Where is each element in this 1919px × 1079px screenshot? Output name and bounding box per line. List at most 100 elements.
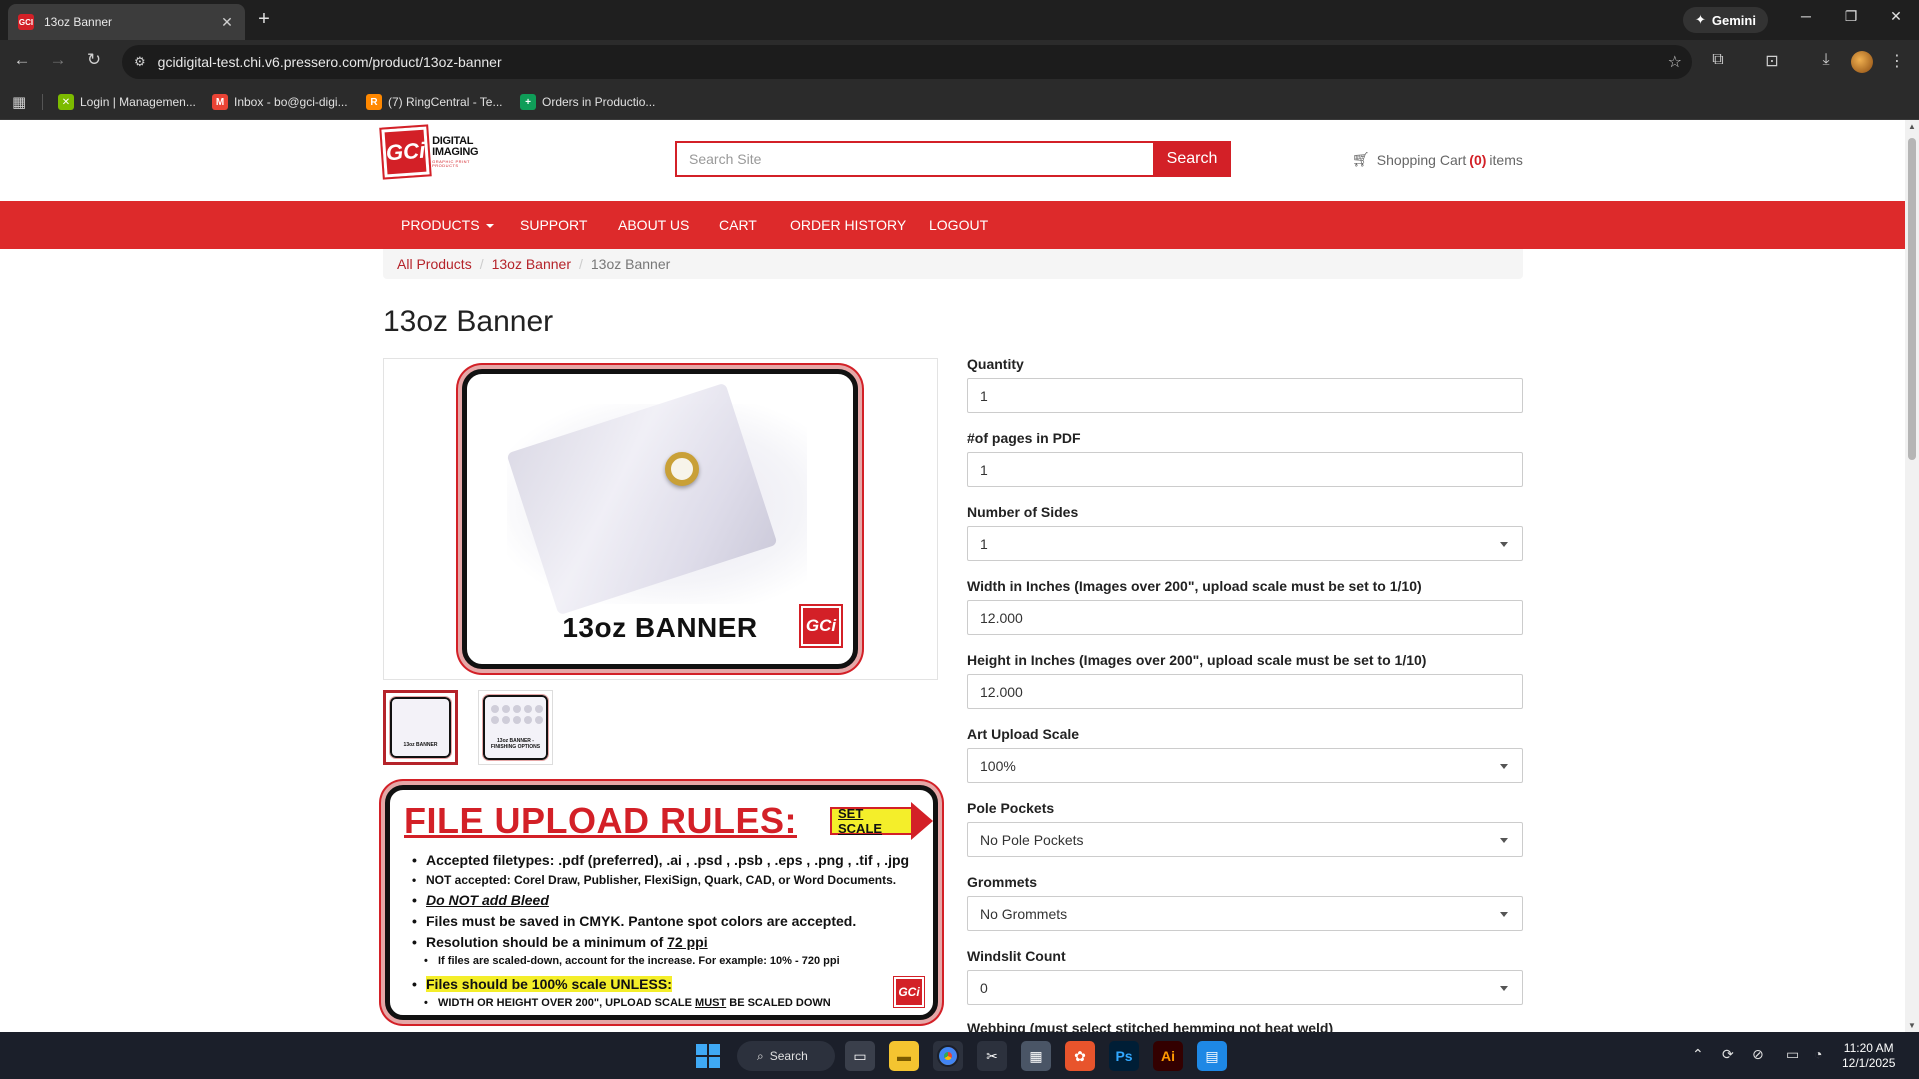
url-text[interactable]: gcidigital-test.chi.v6.pressero.com/prod… bbox=[158, 54, 502, 70]
network-off-icon[interactable]: ⊘ bbox=[1752, 1046, 1764, 1063]
height-input[interactable]: 12.000 bbox=[967, 674, 1523, 709]
notepad-icon[interactable]: ▤ bbox=[1197, 1041, 1227, 1071]
logo-mark: GCi bbox=[379, 124, 432, 180]
chrome-icon[interactable] bbox=[933, 1041, 963, 1071]
cart-label: Shopping Cart bbox=[1376, 151, 1467, 168]
apps-grid-icon[interactable]: ▦ bbox=[12, 93, 26, 111]
bookmark-item[interactable]: M Inbox - bo@gci-digi... bbox=[212, 92, 348, 112]
set-scale-arrow: SET SCALE bbox=[830, 802, 933, 840]
nav-order-history[interactable]: ORDER HISTORY bbox=[790, 201, 906, 249]
window-close-icon[interactable]: ✕ bbox=[1884, 8, 1908, 25]
browser-tab-strip: GCI 13oz Banner ✕ + ✦ Gemini ─ ❐ ✕ bbox=[0, 0, 1919, 40]
nav-products[interactable]: PRODUCTS bbox=[401, 201, 494, 249]
task-view-icon[interactable]: ▭ bbox=[845, 1041, 875, 1071]
search-icon: ⌕ bbox=[757, 1048, 764, 1063]
tab-search-icon[interactable]: ⊡ bbox=[1761, 51, 1783, 71]
breadcrumb-all-products[interactable]: All Products bbox=[397, 256, 472, 272]
nav-about-us[interactable]: ABOUT US bbox=[618, 201, 689, 249]
rule-not-accepted: NOT accepted: Corel Draw, Publisher, Fle… bbox=[412, 873, 922, 892]
rule-cmyk: Files must be saved in CMYK. Pantone spo… bbox=[412, 913, 922, 934]
pole-pockets-field-group: Pole Pockets No Pole Pockets bbox=[967, 800, 1523, 874]
calculator-icon[interactable]: ▦ bbox=[1021, 1041, 1051, 1071]
profile-avatar[interactable] bbox=[1851, 51, 1873, 73]
site-logo[interactable]: GCi DIGITAL IMAGING GRAPHIC PRINT PRODUC… bbox=[379, 124, 493, 180]
reload-icon[interactable]: ↻ bbox=[82, 50, 106, 70]
rule-resolution-text: Resolution should be a minimum of bbox=[426, 934, 668, 950]
product-image-label: 13oz BANNER bbox=[562, 612, 758, 643]
rule-scale-text: Files should be 100% scale UNLESS: bbox=[426, 976, 672, 992]
bookmark-item[interactable]: R (7) RingCentral - Te... bbox=[366, 92, 503, 112]
pole-pockets-select[interactable]: No Pole Pockets bbox=[967, 822, 1523, 857]
sides-select[interactable]: 1 bbox=[967, 526, 1523, 561]
webbing-label: Webbing (must select stitched hemming no… bbox=[967, 1020, 1334, 1032]
back-arrow-icon[interactable]: ← bbox=[10, 50, 34, 70]
scale-select[interactable]: 100% bbox=[967, 748, 1523, 783]
nav-cart[interactable]: CART bbox=[719, 201, 757, 249]
grommets-select[interactable]: No Grommets bbox=[967, 896, 1523, 931]
tab-title: 13oz Banner bbox=[44, 15, 113, 29]
chevron-up-icon[interactable]: ⌃ bbox=[1692, 1046, 1704, 1063]
windslit-field-group: Windslit Count 0 bbox=[967, 948, 1523, 1022]
sheets-icon: + bbox=[520, 94, 536, 110]
search-button[interactable]: Search bbox=[1153, 141, 1231, 177]
restore-icon[interactable]: ❐ bbox=[1839, 8, 1863, 25]
illustrator-icon[interactable]: Ai bbox=[1153, 1041, 1183, 1071]
volume-icon[interactable]: ◔ bbox=[1814, 1046, 1822, 1062]
scale-field-group: Art Upload Scale 100% bbox=[967, 726, 1523, 800]
ringcentral-icon: R bbox=[366, 94, 382, 110]
caret-down-icon bbox=[1500, 764, 1508, 769]
bookmark-item[interactable]: + Orders in Productio... bbox=[520, 92, 655, 112]
product-thumbnail-1[interactable]: 13oz BANNER bbox=[383, 690, 458, 765]
new-tab-icon[interactable]: + bbox=[253, 8, 275, 31]
product-main-image[interactable]: 13oz BANNER GCi bbox=[383, 358, 938, 680]
site-info-icon[interactable]: ⚙ bbox=[134, 54, 146, 70]
grommets-value: No Grommets bbox=[980, 905, 1068, 922]
scroll-down-icon[interactable]: ▼ bbox=[1908, 1021, 1916, 1030]
sync-icon[interactable]: ⟳ bbox=[1722, 1046, 1734, 1063]
windslit-select[interactable]: 0 bbox=[967, 970, 1523, 1005]
close-tab-icon[interactable]: ✕ bbox=[219, 14, 235, 31]
browser-tab-active[interactable]: GCI 13oz Banner ✕ bbox=[8, 4, 245, 40]
nav-support[interactable]: SUPPORT bbox=[520, 201, 587, 249]
sparkle-icon: ✦ bbox=[1695, 12, 1706, 27]
taskbar-search[interactable]: ⌕ Search bbox=[737, 1041, 835, 1071]
rules-list: Accepted filetypes: .pdf (preferred), .a… bbox=[412, 852, 922, 1018]
extensions-icon[interactable]: ⧉ bbox=[1707, 51, 1729, 69]
forward-arrow-icon[interactable]: → bbox=[46, 50, 70, 70]
thumbnail-image: 13oz BANNER - FINISHING OPTIONS bbox=[482, 694, 549, 761]
file-explorer-icon[interactable]: ▬ bbox=[889, 1041, 919, 1071]
gmail-icon: M bbox=[212, 94, 228, 110]
paint-icon[interactable]: ✿ bbox=[1065, 1041, 1095, 1071]
photoshop-icon[interactable]: Ps bbox=[1109, 1041, 1139, 1071]
banner-photo-card: 13oz BANNER GCi bbox=[462, 369, 858, 669]
scroll-up-icon[interactable]: ▲ bbox=[1908, 122, 1916, 131]
address-bar[interactable]: ⚙ gcidigital-test.chi.v6.pressero.com/pr… bbox=[122, 45, 1692, 79]
windslit-label: Windslit Count bbox=[967, 948, 1066, 964]
bookmark-star-icon[interactable]: ☆ bbox=[1668, 52, 1682, 72]
width-input[interactable]: 12.000 bbox=[967, 600, 1523, 635]
grommets-field-group: Grommets No Grommets bbox=[967, 874, 1523, 948]
quantity-input[interactable]: 1 bbox=[967, 378, 1523, 413]
gemini-button[interactable]: ✦ Gemini bbox=[1683, 7, 1768, 33]
kebab-menu-icon[interactable]: ⋮ bbox=[1886, 51, 1908, 71]
nav-logout[interactable]: LOGOUT bbox=[929, 201, 988, 249]
thumbnail-caption: 13oz BANNER - FINISHING OPTIONS bbox=[490, 738, 541, 750]
scroll-thumb[interactable] bbox=[1908, 138, 1916, 460]
breadcrumb-category[interactable]: 13oz Banner bbox=[492, 256, 571, 272]
product-thumbnail-2[interactable]: 13oz BANNER - FINISHING OPTIONS bbox=[478, 690, 553, 765]
system-clock[interactable]: 11:20 AM 12/1/2025 bbox=[1842, 1041, 1895, 1071]
set-scale-label: SET SCALE bbox=[830, 806, 911, 836]
bookmark-item[interactable]: ✕ Login | Managemen... bbox=[58, 92, 196, 112]
display-icon[interactable]: ▭ bbox=[1786, 1046, 1799, 1063]
scale-value: 100% bbox=[980, 757, 1016, 774]
minimize-icon[interactable]: ─ bbox=[1794, 8, 1818, 24]
download-icon[interactable]: ⤓ bbox=[1815, 51, 1837, 69]
shopping-cart-link[interactable]: 🛒︎ Shopping Cart (0) items bbox=[1352, 151, 1523, 168]
width-field-group: Width in Inches (Images over 200", uploa… bbox=[967, 578, 1523, 652]
snipping-tool-icon[interactable]: ✂ bbox=[977, 1041, 1007, 1071]
page-scrollbar[interactable]: ▲ ▼ bbox=[1905, 120, 1919, 1032]
search-input[interactable] bbox=[675, 141, 1153, 177]
pages-input[interactable]: 1 bbox=[967, 452, 1523, 487]
windows-taskbar: ⌕ Search ▭ ▬ ✂ ▦ ✿ Ps Ai ▤ ⌃ ⟳ ⊘ ▭ ◔ 11:… bbox=[0, 1032, 1919, 1079]
windows-start-icon[interactable] bbox=[696, 1044, 720, 1068]
